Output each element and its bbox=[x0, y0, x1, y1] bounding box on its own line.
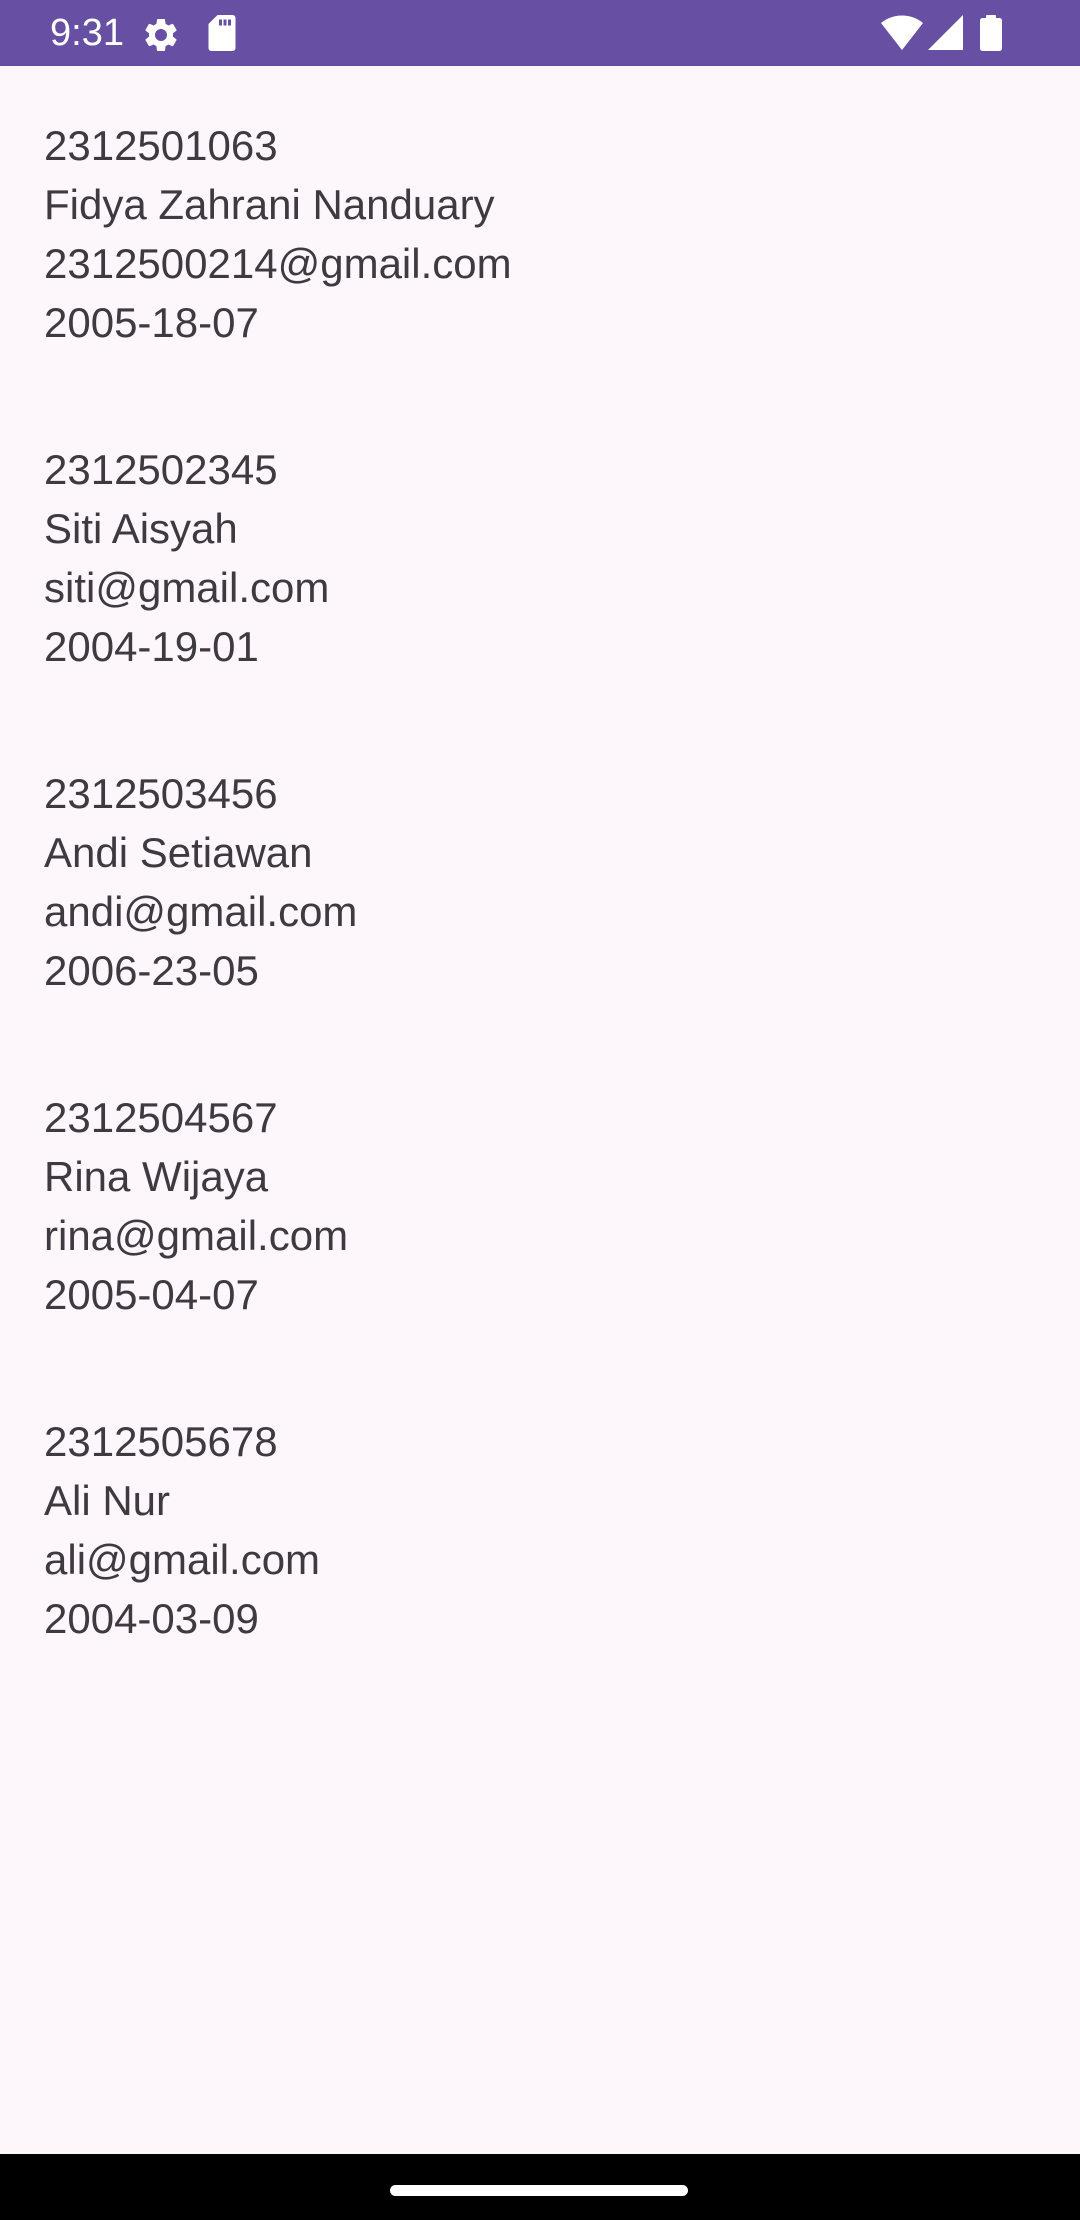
cell-signal-icon bbox=[928, 15, 963, 50]
student-name: Ali Nur bbox=[44, 1477, 171, 1524]
home-gesture-handle[interactable] bbox=[390, 2185, 688, 2196]
sd-card-icon bbox=[208, 15, 236, 51]
student-email: ali@gmail.com bbox=[44, 1536, 321, 1583]
student-date: 2006-23-05 bbox=[44, 947, 259, 994]
student-name: Rina Wijaya bbox=[44, 1153, 269, 1200]
student-id: 2312505678 bbox=[44, 1418, 278, 1465]
status-time: 9:31 bbox=[50, 12, 124, 54]
student-name: Siti Aisyah bbox=[44, 505, 238, 552]
student-date: 2005-18-07 bbox=[44, 299, 259, 346]
student-list: 2312501063 Fidya Zahrani Nanduary 231250… bbox=[0, 66, 1080, 1686]
student-id: 2312503456 bbox=[44, 770, 278, 817]
list-item: 2312504567 Rina Wijaya rina@gmail.com 20… bbox=[0, 1038, 1080, 1362]
student-email: andi@gmail.com bbox=[44, 888, 358, 935]
student-id: 2312502345 bbox=[44, 446, 278, 493]
list-item: 2312502345 Siti Aisyah siti@gmail.com 20… bbox=[0, 390, 1080, 714]
list-item: 2312503456 Andi Setiawan andi@gmail.com … bbox=[0, 714, 1080, 1038]
status-bar: 9:31 bbox=[0, 0, 1080, 66]
student-email: rina@gmail.com bbox=[44, 1212, 349, 1259]
student-date: 2004-19-01 bbox=[44, 623, 259, 670]
student-email: siti@gmail.com bbox=[44, 564, 330, 611]
student-date: 2005-04-07 bbox=[44, 1271, 259, 1318]
settings-gear-icon bbox=[145, 18, 177, 51]
student-name: Andi Setiawan bbox=[44, 829, 313, 876]
student-date: 2004-03-09 bbox=[44, 1595, 259, 1642]
student-id: 2312501063 bbox=[44, 122, 278, 169]
student-email: 2312500214@gmail.com bbox=[44, 240, 512, 287]
list-item: 2312501063 Fidya Zahrani Nanduary 231250… bbox=[0, 66, 1080, 390]
battery-icon bbox=[980, 15, 1002, 51]
list-item: 2312505678 Ali Nur ali@gmail.com 2004-03… bbox=[0, 1362, 1080, 1686]
navigation-bar bbox=[0, 2154, 1080, 2220]
wifi-icon bbox=[881, 15, 923, 50]
student-id: 2312504567 bbox=[44, 1094, 278, 1141]
student-name: Fidya Zahrani Nanduary bbox=[44, 181, 495, 228]
